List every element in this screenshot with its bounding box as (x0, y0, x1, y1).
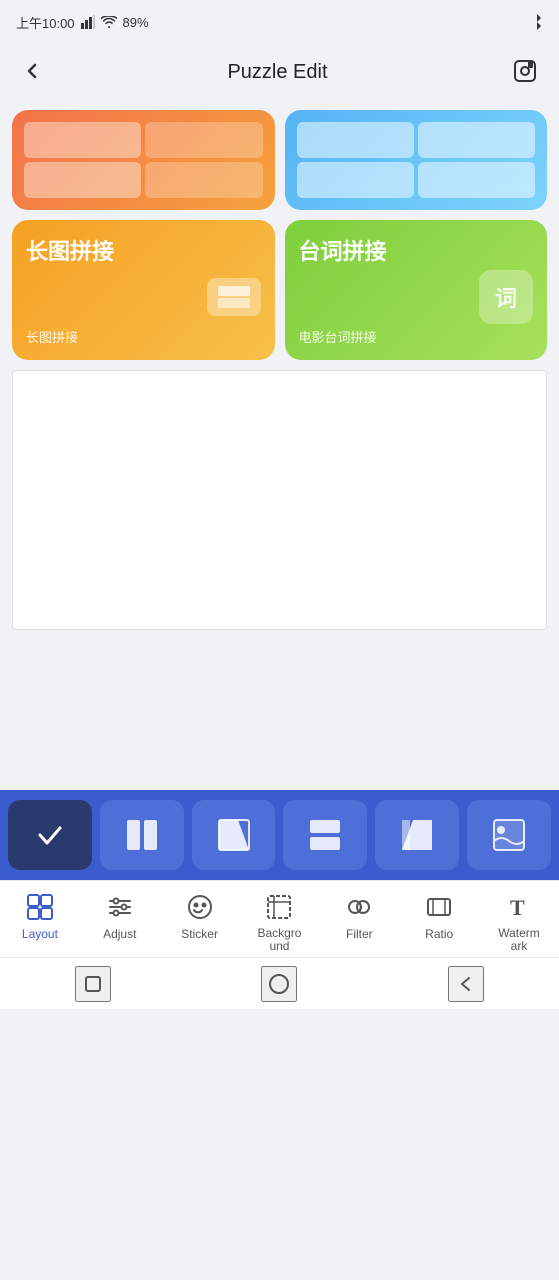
toolbar-item-adjust[interactable]: Adjust (92, 891, 148, 941)
card-long-icon-area (26, 278, 261, 316)
card-long-title: 长图拼接 (26, 234, 261, 266)
card-long-icon-box (207, 278, 261, 316)
bluetooth-icon (531, 14, 543, 30)
grid-cell-b1 (297, 122, 414, 158)
layout-btn-check[interactable] (8, 800, 92, 870)
page-title: Puzzle Edit (227, 61, 327, 84)
toolbar-ratio-label: Ratio (425, 927, 453, 941)
header: Puzzle Edit (0, 44, 559, 100)
card-long-subtitle: 长图拼接 (26, 327, 261, 346)
toolbar-item-ratio[interactable]: Ratio (411, 891, 467, 941)
nav-home-button[interactable] (75, 966, 111, 1002)
main-content: 长图拼接 长图拼接 台词拼接 词 电影台词拼接 (0, 100, 559, 650)
toolbar-item-watermark[interactable]: T Watermark (491, 891, 547, 953)
card-script-icon-area: 词 (299, 270, 534, 324)
toolbar-item-filter[interactable]: Filter (331, 891, 387, 941)
status-time: 上午10:00 (16, 13, 75, 32)
grid-cell-b2 (418, 122, 535, 158)
puzzle-card-blue-top[interactable] (285, 110, 548, 210)
puzzle-grid-top (12, 110, 547, 210)
filter-icon (343, 891, 375, 923)
nav-back-button[interactable] (261, 966, 297, 1002)
toolbar-background-label: Background (257, 927, 301, 953)
card-script-icon-text: 词 (495, 281, 517, 313)
layout-btn-two-col[interactable] (100, 800, 184, 870)
watermark-icon: T (503, 891, 535, 923)
status-left: 上午10:00 89% (16, 13, 149, 32)
toolbar-item-layout[interactable]: Layout (12, 891, 68, 941)
card-long-photo[interactable]: 长图拼接 长图拼接 (12, 220, 275, 360)
wifi-icon (101, 16, 117, 28)
card-script[interactable]: 台词拼接 词 电影台词拼接 (285, 220, 548, 360)
grid-cell-1 (24, 122, 141, 158)
save-button[interactable] (507, 53, 543, 92)
adjust-icon (104, 891, 136, 923)
grid-cell-4 (145, 162, 262, 198)
status-bar: 上午10:00 89% (0, 0, 559, 44)
toolbar-adjust-label: Adjust (103, 927, 136, 941)
layout-btn-diagonal[interactable] (192, 800, 276, 870)
card-inner-grid-blue (285, 110, 548, 210)
layout-strip (0, 790, 559, 880)
nav-bar (0, 957, 559, 1009)
puzzle-card-orange-top[interactable] (12, 110, 275, 210)
grid-cell-b4 (418, 162, 535, 198)
ratio-icon (423, 891, 455, 923)
sticker-icon (184, 891, 216, 923)
layout-btn-horizontal[interactable] (283, 800, 367, 870)
status-right (531, 14, 543, 30)
grid-cell-2 (145, 122, 262, 158)
signal-icon (81, 15, 95, 29)
layout-btn-perspective[interactable] (375, 800, 459, 870)
svg-text:T: T (510, 895, 525, 920)
grid-cell-b3 (297, 162, 414, 198)
toolbar-sticker-label: Sticker (181, 927, 218, 941)
toolbar-watermark-label: Watermark (498, 927, 540, 953)
background-icon (263, 891, 295, 923)
canvas-area (12, 370, 547, 630)
toolbar-filter-label: Filter (346, 927, 373, 941)
toolbar-item-sticker[interactable]: Sticker (172, 891, 228, 941)
layout-icon (24, 891, 56, 923)
bottom-toolbar: Layout Adjust Sticker (0, 880, 559, 957)
battery-percent: 89% (123, 15, 149, 30)
layout-btn-wave[interactable] (467, 800, 551, 870)
spacer (0, 650, 559, 790)
card-script-subtitle: 电影台词拼接 (299, 327, 534, 346)
back-button[interactable] (16, 55, 48, 90)
grid-cell-3 (24, 162, 141, 198)
card-script-icon-box: 词 (479, 270, 533, 324)
nav-recent-button[interactable] (448, 966, 484, 1002)
card-script-title: 台词拼接 (299, 234, 534, 266)
toolbar-item-background[interactable]: Background (251, 891, 307, 953)
puzzle-grid-bottom: 长图拼接 长图拼接 台词拼接 词 电影台词拼接 (12, 220, 547, 360)
toolbar-layout-label: Layout (22, 927, 58, 941)
card-inner-grid-orange (12, 110, 275, 210)
